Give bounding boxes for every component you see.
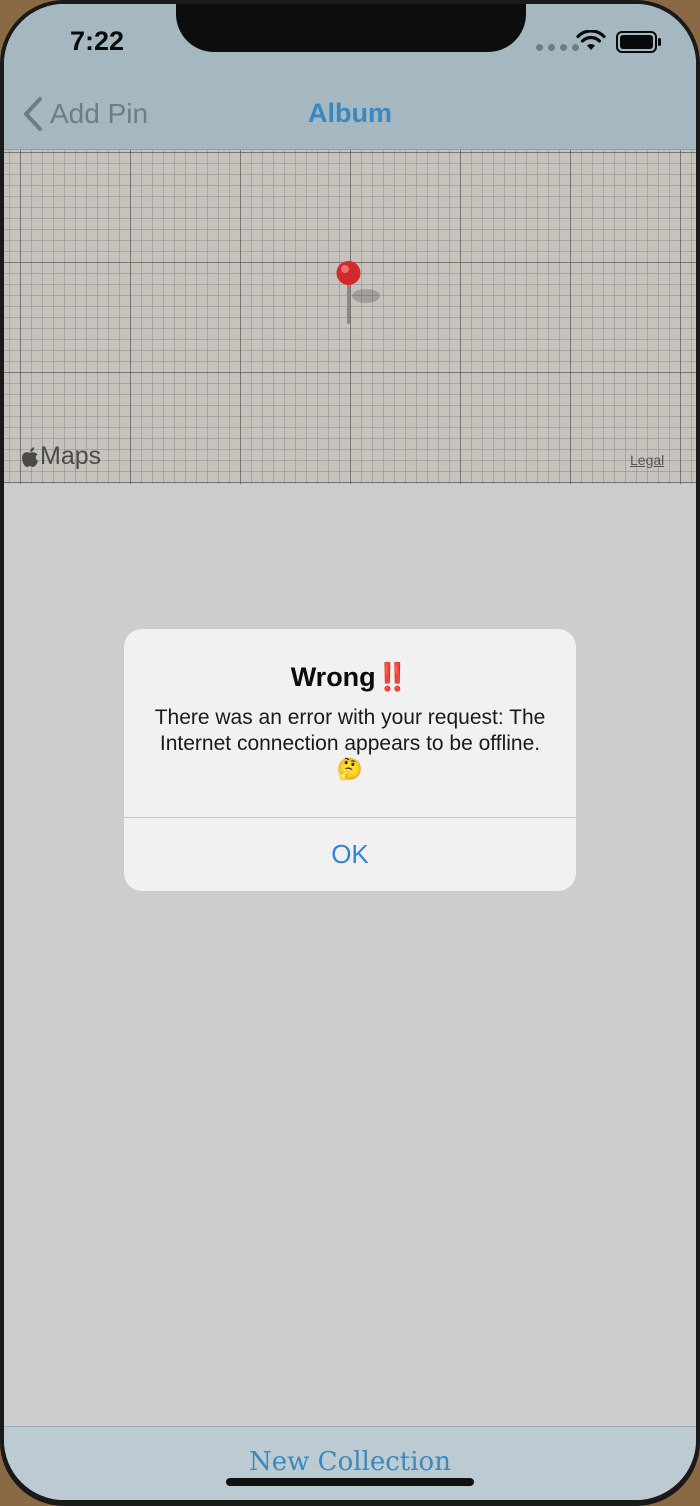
signal-dots-icon: [536, 44, 579, 51]
status-time: 7:22: [70, 26, 125, 56]
device-notch: [176, 4, 526, 52]
alert-message: There was an error with your request: Th…: [154, 706, 546, 781]
new-collection-button[interactable]: New Collection: [4, 1447, 696, 1477]
map-view[interactable]: Maps Legal: [4, 150, 696, 484]
alert-title: Wrong‼️: [290, 662, 410, 692]
nav-title: Album: [308, 98, 392, 128]
bottom-toolbar: New Collection: [4, 1426, 696, 1500]
legal-link[interactable]: Legal: [630, 452, 664, 468]
wifi-icon: [576, 29, 606, 57]
home-indicator[interactable]: [226, 1478, 474, 1486]
maps-label: Maps: [40, 442, 102, 470]
map-pin-icon[interactable]: [334, 258, 384, 333]
ok-button[interactable]: OK: [124, 818, 576, 891]
apple-maps-attribution: Maps: [20, 442, 101, 471]
battery-icon: [616, 31, 662, 58]
device-frame: 7:22 Add Pin Album Maps Legal Wrong‼️ Th…: [0, 0, 700, 1506]
app-screen: 7:22 Add Pin Album Maps Legal Wrong‼️ Th…: [4, 4, 696, 1500]
top-bar: 7:22 Add Pin Album: [4, 4, 696, 150]
apple-logo-icon: [22, 446, 38, 467]
error-alert-dialog: Wrong‼️ There was an error with your req…: [124, 629, 576, 891]
